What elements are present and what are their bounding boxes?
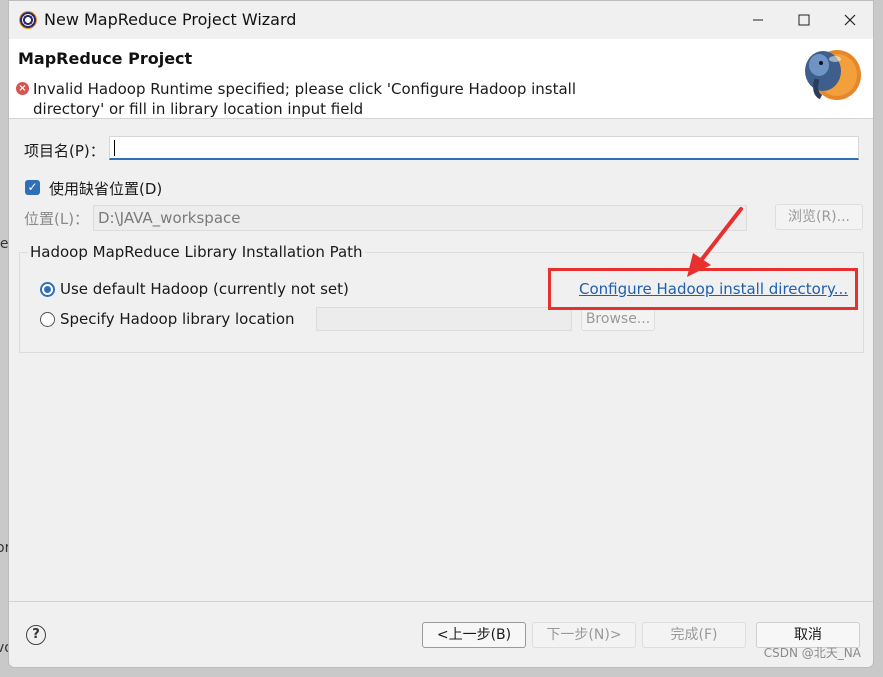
project-name-label: 项目名(P)： [24, 142, 105, 160]
use-default-hadoop-label: Use default Hadoop (currently not set) [60, 280, 349, 298]
browse-library-button: Browse... [581, 307, 655, 331]
minimize-icon [753, 19, 763, 21]
use-default-hadoop-radio[interactable] [40, 282, 55, 297]
group-title: Hadoop MapReduce Library Installation Pa… [28, 243, 365, 261]
location-input: D:\JAVA_workspace [93, 205, 747, 231]
text-caret [114, 140, 115, 156]
maximize-icon [798, 14, 810, 26]
wizard-header: MapReduce Project × Invalid Hadoop Runti… [9, 39, 873, 119]
browse-location-button: 浏览(R)... [775, 204, 863, 230]
use-default-location-checkbox[interactable]: ✓ [25, 180, 40, 195]
footer-divider [9, 601, 873, 602]
watermark: CSDN @北天_NA [763, 646, 861, 660]
library-location-input [316, 307, 572, 331]
maximize-button[interactable] [781, 1, 827, 39]
back-button[interactable]: <上一步(B) [422, 622, 526, 648]
error-message: Invalid Hadoop Runtime specified; please… [33, 80, 577, 118]
window-title: New MapReduce Project Wizard [44, 10, 297, 29]
use-default-location-label: 使用缺省位置(D) [49, 180, 163, 198]
wizard-dialog: New MapReduce Project Wizard MapReduce P… [8, 0, 874, 668]
specify-hadoop-radio[interactable] [40, 312, 55, 327]
title-bar[interactable]: New MapReduce Project Wizard [9, 1, 873, 39]
annotation-arrow-icon [687, 207, 743, 277]
hadoop-elephant-icon [805, 50, 861, 100]
page-title: MapReduce Project [18, 49, 193, 68]
finish-button: 完成(F) [642, 622, 746, 648]
close-button[interactable] [827, 1, 873, 39]
project-name-input[interactable] [109, 136, 859, 160]
specify-hadoop-label: Specify Hadoop library location [60, 310, 295, 328]
next-button: 下一步(N)> [532, 622, 636, 648]
location-label: 位置(L)： [24, 210, 90, 228]
error-icon: × [16, 82, 29, 95]
eclipse-icon [19, 11, 37, 29]
help-icon[interactable]: ? [26, 625, 46, 645]
minimize-button[interactable] [735, 1, 781, 39]
close-icon [844, 14, 856, 26]
